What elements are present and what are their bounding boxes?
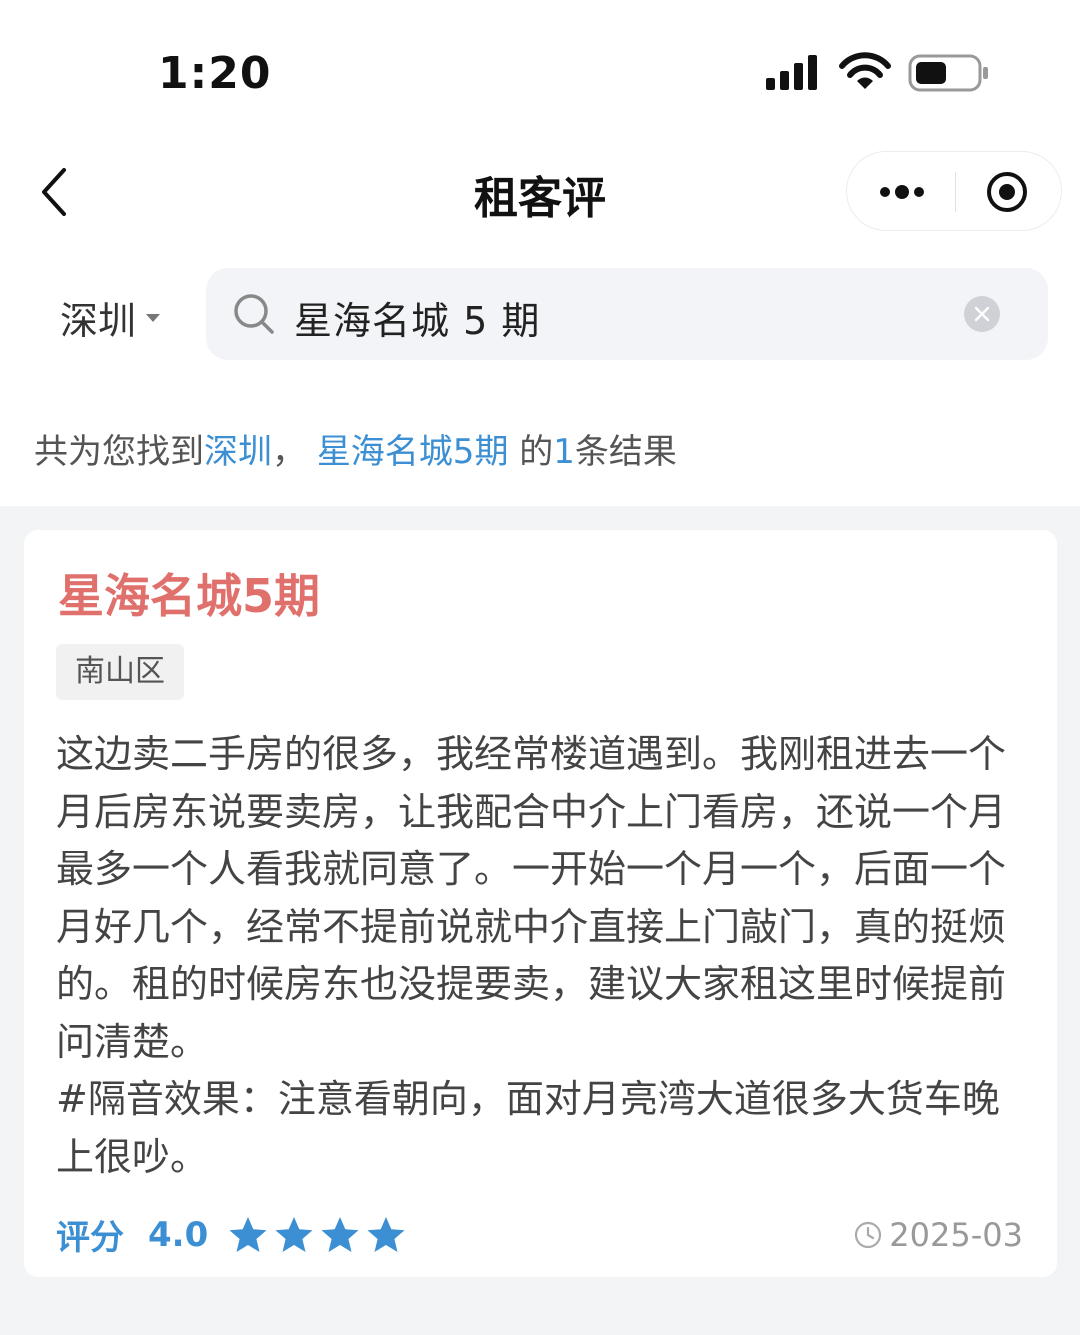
status-icons bbox=[766, 52, 988, 92]
more-icon[interactable] bbox=[877, 178, 927, 206]
summary-count: 1 bbox=[553, 432, 575, 472]
city-selector[interactable]: 深圳 bbox=[60, 290, 161, 345]
capsule-divider bbox=[955, 172, 956, 212]
review-body: 这边卖二手房的很多，我经常楼道遇到。我刚租进去一个月后房东说要卖房，让我配合中介… bbox=[56, 732, 1007, 1064]
target-icon[interactable] bbox=[985, 170, 1029, 214]
date-text: 2025-03 bbox=[889, 1216, 1023, 1254]
result-title[interactable]: 星海名城5期 bbox=[58, 560, 320, 626]
star-icon bbox=[367, 1216, 405, 1252]
signal-icon bbox=[766, 55, 817, 90]
caret-down-icon bbox=[146, 313, 161, 322]
search-icon bbox=[234, 294, 274, 334]
header: 1:20 租客评 深圳 星海名城 5 期 bbox=[0, 0, 1080, 384]
city-label: 深圳 bbox=[60, 299, 137, 343]
wifi-icon bbox=[839, 52, 891, 89]
district-tag: 南山区 bbox=[56, 644, 184, 700]
result-summary: 共为您找到深圳， 星海名城5期 的1条结果 bbox=[34, 432, 677, 472]
review-note: #隔音效果：注意看朝向，面对月亮湾大道很多大货车晚上很吵。 bbox=[56, 1077, 1000, 1179]
review-date: 2025-03 bbox=[853, 1216, 1023, 1254]
search-box[interactable]: 星海名城 5 期 bbox=[206, 268, 1048, 360]
review-text: 这边卖二手房的很多，我经常楼道遇到。我刚租进去一个月后房东说要卖房，让我配合中介… bbox=[56, 726, 1026, 1186]
rating-value: 4.0 bbox=[148, 1214, 209, 1255]
mini-program-capsule bbox=[846, 151, 1062, 231]
rating: 评分 4.0 bbox=[56, 1210, 412, 1259]
summary-city: 深圳 bbox=[204, 432, 272, 472]
rating-label: 评分 bbox=[56, 1218, 124, 1258]
clear-icon[interactable] bbox=[964, 296, 1000, 332]
clock-icon bbox=[855, 1221, 882, 1249]
star-icon bbox=[321, 1216, 359, 1252]
star-icon bbox=[229, 1216, 267, 1252]
summary-keyword: 星海名城5期 bbox=[316, 432, 509, 472]
result-card[interactable]: 星海名城5期 南山区 这边卖二手房的很多，我经常楼道遇到。我刚租进去一个月后房东… bbox=[24, 530, 1057, 1277]
battery-icon bbox=[908, 54, 988, 92]
status-time: 1:20 bbox=[158, 48, 272, 99]
star-icon bbox=[275, 1216, 313, 1252]
search-input[interactable]: 星海名城 5 期 bbox=[294, 290, 540, 345]
rating-stars bbox=[228, 1215, 412, 1255]
